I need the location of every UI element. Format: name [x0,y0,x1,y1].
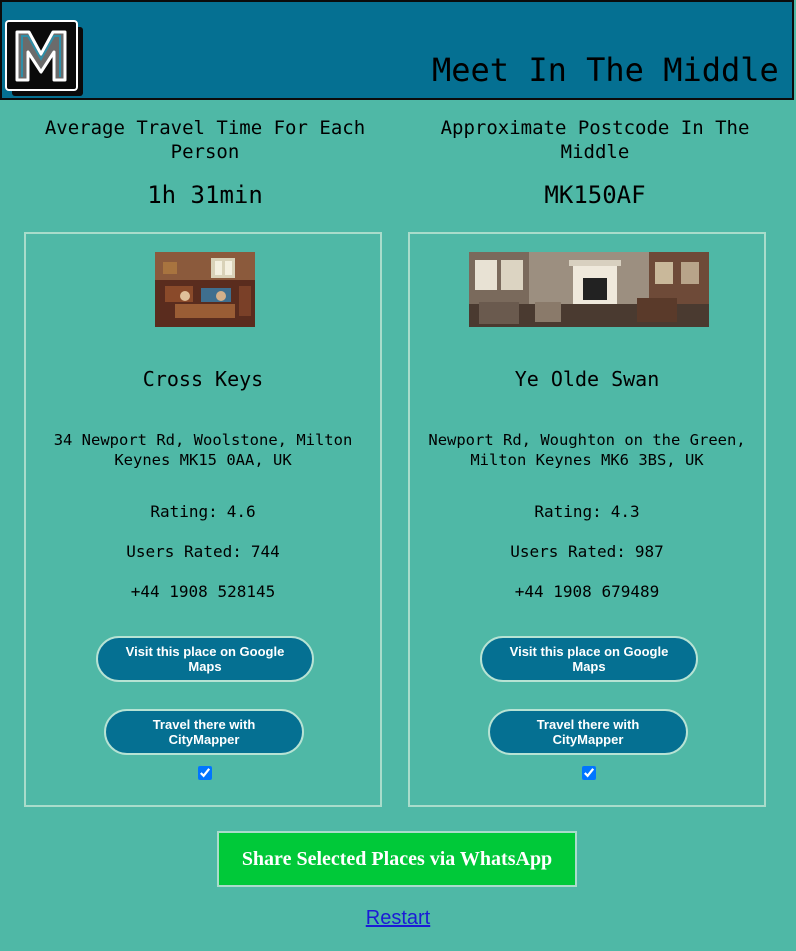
restart-link[interactable]: Restart [0,907,796,930]
place-users-rated: Users Rated: 744 [26,542,380,562]
users-rated-value: 987 [634,542,664,561]
share-whatsapp-button[interactable]: Share Selected Places via WhatsApp [217,831,577,887]
rating-label: Rating: [150,502,218,521]
place-phone: +44 1908 679489 [514,582,660,601]
middle-postcode-label: Approximate Postcode In The Middle [440,117,750,163]
place-address: 34 Newport Rd, Woolstone, Milton Keynes … [53,431,353,469]
citymapper-button[interactable]: Travel there with CityMapper [488,709,688,755]
app-logo [5,20,83,96]
average-travel-time-value: 1h 31min [147,181,263,209]
app-title: Meet In The Middle [432,51,779,89]
place-rating: Rating: 4.6 [26,502,380,522]
rating-value: 4.6 [226,502,256,521]
place-name: Ye Olde Swan [514,367,660,391]
users-rated-value: 744 [250,542,280,561]
place-photo [469,252,709,327]
place-card-cross-keys: Cross Keys 34 Newport Rd, Woolstone, Mil… [24,232,382,807]
google-maps-button[interactable]: Visit this place on Google Maps [480,636,698,682]
citymapper-button[interactable]: Travel there with CityMapper [104,709,304,755]
place-address: Newport Rd, Woughton on the Green, Milto… [428,431,746,469]
google-maps-button[interactable]: Visit this place on Google Maps [96,636,314,682]
place-photo [155,252,255,327]
app-header: Meet In The Middle [0,0,794,100]
place-rating: Rating: 4.3 [410,502,764,522]
middle-postcode-value: MK150AF [544,181,646,209]
select-place-checkbox[interactable] [198,766,212,780]
users-rated-label: Users Rated: [126,542,242,561]
middle-postcode: Approximate Postcode In The Middle MK150… [440,116,750,210]
place-card-ye-olde-swan: Ye Olde Swan Newport Rd, Woughton on the… [408,232,766,807]
average-travel-time: Average Travel Time For Each Person 1h 3… [40,116,370,210]
users-rated-label: Users Rated: [510,542,626,561]
place-phone: +44 1908 528145 [130,582,276,601]
place-users-rated: Users Rated: 987 [410,542,764,562]
select-place-checkbox[interactable] [582,766,596,780]
place-name: Cross Keys [142,367,264,391]
average-travel-time-label: Average Travel Time For Each Person [44,117,366,163]
rating-label: Rating: [534,502,602,521]
rating-value: 4.3 [610,502,640,521]
